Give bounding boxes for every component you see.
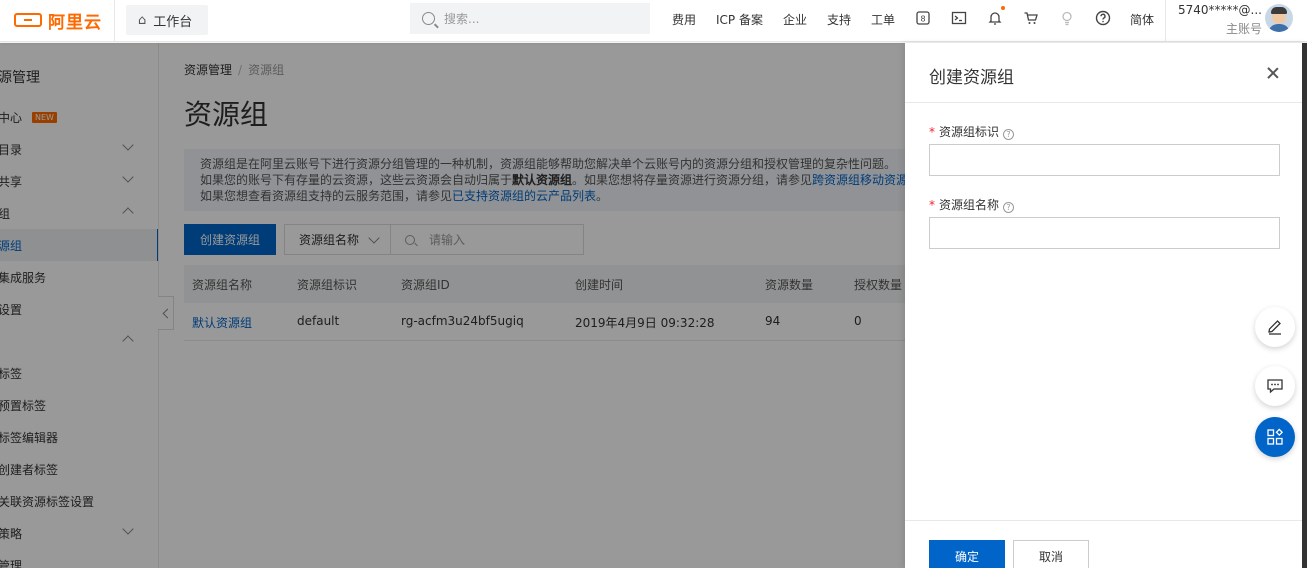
- confirm-button[interactable]: 确定: [929, 540, 1005, 568]
- workbench-label: 工作台: [153, 14, 193, 30]
- nav-support[interactable]: 支持: [827, 11, 851, 28]
- nav-icp[interactable]: ICP 备案: [716, 11, 763, 28]
- language-switch[interactable]: 简体: [1130, 11, 1154, 28]
- help-icon[interactable]: [1094, 9, 1112, 27]
- account-menu[interactable]: 5740*****@... 主账号: [1176, 3, 1262, 37]
- search-placeholder: 搜索...: [444, 12, 480, 26]
- cancel-button[interactable]: 取消: [1013, 540, 1089, 568]
- notification-dot: [1001, 6, 1005, 10]
- search-icon: [422, 12, 435, 25]
- identifier-label: * 资源组标识?: [929, 123, 1015, 140]
- account-name: 5740*****@...: [1178, 3, 1262, 17]
- lightbulb-icon[interactable]: [1058, 9, 1076, 27]
- home-icon: ⌂: [138, 12, 147, 28]
- divider: [905, 102, 1305, 103]
- search-input[interactable]: 搜索...: [410, 3, 650, 34]
- modal-overlay[interactable]: [0, 43, 905, 568]
- chat-button[interactable]: [1255, 366, 1295, 406]
- name-label: * 资源组名称?: [929, 196, 1015, 213]
- terminal-icon[interactable]: [950, 9, 968, 27]
- chat-icon: [1267, 379, 1283, 394]
- scrollbar[interactable]: [1302, 43, 1307, 568]
- help-icon[interactable]: ?: [1003, 202, 1015, 213]
- workbench-button[interactable]: ⌂ 工作台: [126, 5, 208, 35]
- svg-text:8: 8: [920, 15, 925, 24]
- close-icon[interactable]: [1265, 65, 1281, 81]
- bell-icon[interactable]: [986, 9, 1004, 27]
- divider: [1165, 0, 1166, 42]
- app-icon[interactable]: 8: [914, 9, 932, 27]
- aliyun-logo[interactable]: 阿里云: [14, 9, 102, 33]
- logo-text: 阿里云: [48, 12, 102, 33]
- divider: [114, 0, 115, 42]
- help-icon[interactable]: ?: [1003, 129, 1015, 140]
- avatar[interactable]: [1265, 4, 1293, 32]
- apps-button[interactable]: [1255, 417, 1295, 457]
- pencil-icon: [1268, 320, 1281, 335]
- account-role: 主账号: [1225, 22, 1262, 36]
- edit-feedback-button[interactable]: [1255, 307, 1295, 347]
- top-bar: 阿里云 ⌂ 工作台 搜索... 费用 ICP 备案 企业 支持 工单 8 简体 …: [0, 0, 1307, 42]
- cart-icon[interactable]: [1022, 9, 1040, 27]
- nav-billing[interactable]: 费用: [672, 11, 696, 28]
- apps-icon: [1267, 428, 1284, 445]
- identifier-input[interactable]: [929, 144, 1280, 176]
- create-resource-group-drawer: 创建资源组 * 资源组标识? * 资源组名称? 确定 取消: [905, 43, 1307, 568]
- aliyun-logo-icon: [14, 13, 42, 27]
- drawer-title: 创建资源组: [929, 68, 1014, 88]
- nav-ticket[interactable]: 工单: [871, 11, 895, 28]
- name-input[interactable]: [929, 217, 1280, 249]
- divider: [905, 520, 1305, 521]
- nav-enterprise[interactable]: 企业: [783, 11, 807, 28]
